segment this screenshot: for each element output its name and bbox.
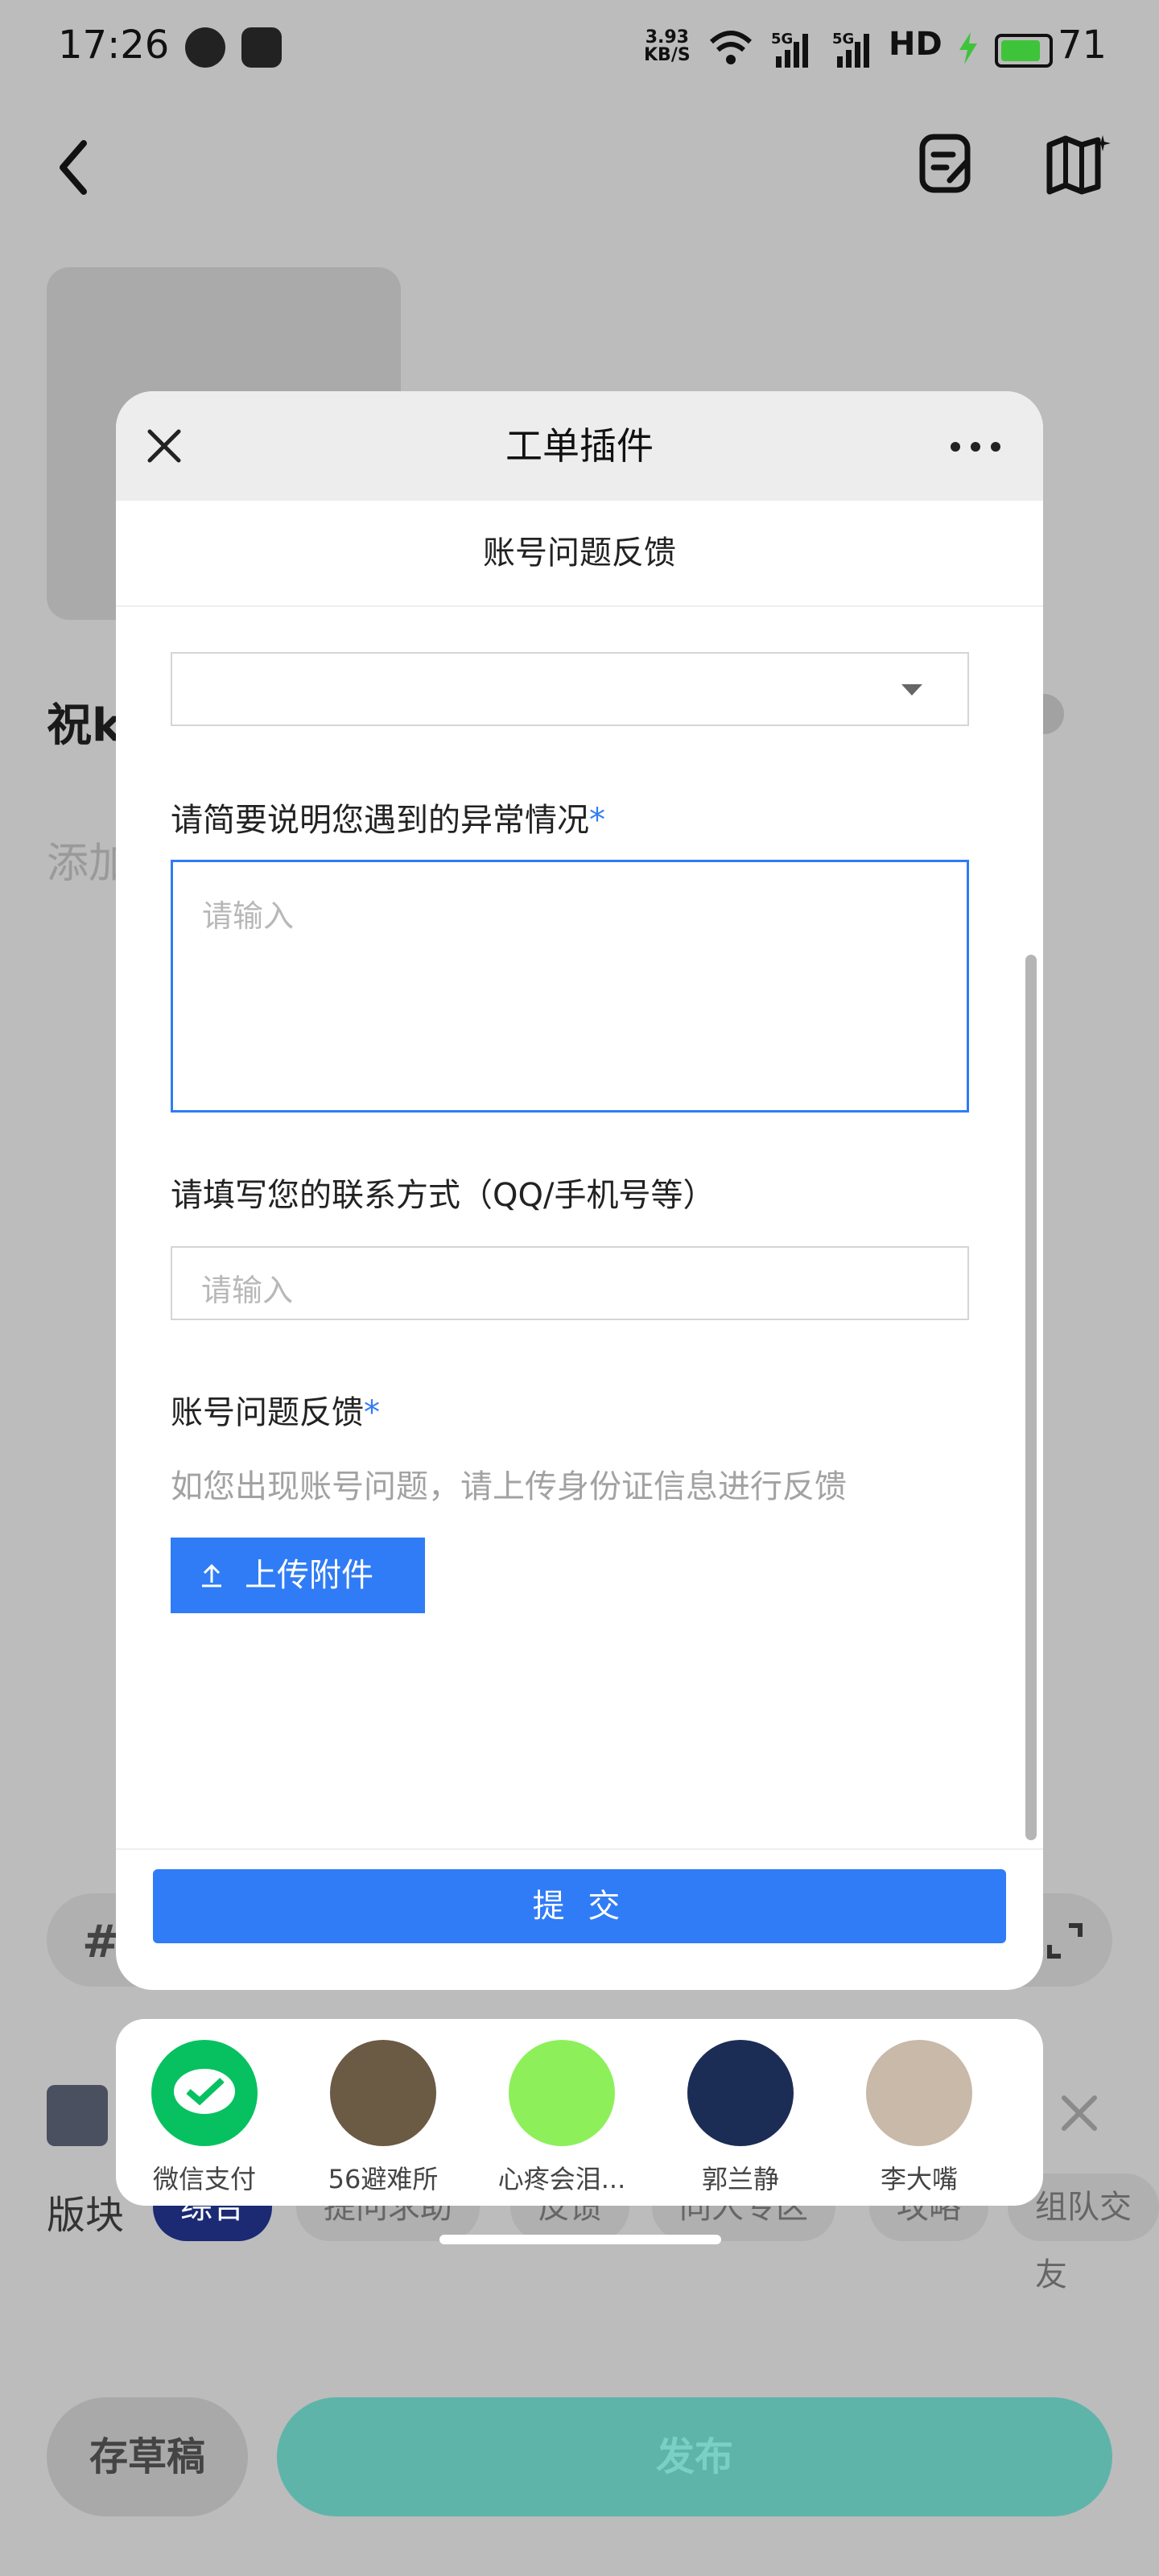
contact-label: 请填写您的联系方式（QQ/手机号等） (171, 1177, 716, 1214)
save-draft-button[interactable]: 存草稿 (47, 2397, 248, 2516)
hash-icon: # (82, 1916, 120, 1968)
share-target-row: 微信支付 56避难所 心疼会泪... 郭兰静 李大嘴 (116, 2019, 1043, 2206)
account-label-text: 账号问题反馈 (171, 1394, 364, 1431)
charging-icon (959, 32, 977, 64)
anomaly-placeholder: 请输入 (202, 898, 295, 934)
category-dropdown[interactable] (171, 652, 969, 726)
avatar (687, 2040, 794, 2146)
battery-level: 71 (1058, 23, 1107, 68)
game-avatar (47, 2085, 108, 2146)
upload-attachment-button[interactable]: 上传附件 (171, 1538, 425, 1613)
share-contact[interactable]: 郭兰静 (652, 2040, 829, 2196)
share-contact[interactable]: 李大嘴 (831, 2040, 1008, 2196)
chevron-down-icon (901, 684, 922, 696)
share-name: 微信支付 (152, 2164, 256, 2194)
share-wechat-pay[interactable]: 微信支付 (116, 2040, 293, 2196)
required-mark: * (364, 1394, 380, 1431)
publish-button[interactable]: 发布 (277, 2397, 1112, 2516)
signal-2-icon (837, 34, 869, 68)
submit-button[interactable]: 提 交 (153, 1869, 1006, 1943)
speed-value: 3.93 (645, 27, 689, 47)
avatar (330, 2040, 436, 2146)
network-speed: 3.93 KB/S (644, 29, 691, 64)
anomaly-label-text: 请简要说明您遇到的异常情况 (171, 802, 589, 839)
back-arrow-icon[interactable] (52, 135, 100, 200)
dialog-subtitle: 账号问题反馈 (116, 501, 1043, 607)
share-name: 郭兰静 (701, 2164, 779, 2194)
share-name: 56避难所 (328, 2164, 439, 2194)
anomaly-textarea[interactable]: 请输入 (171, 860, 969, 1113)
chat-notification-icon (185, 27, 225, 68)
dialog-title: 工单插件 (505, 424, 654, 468)
book-sparkle-icon[interactable] (1043, 132, 1111, 196)
share-contact[interactable]: 56避难所 (295, 2040, 472, 2196)
more-icon[interactable] (950, 441, 1001, 452)
upload-icon (202, 1563, 221, 1587)
share-name: 李大嘴 (880, 2164, 958, 2194)
close-share-icon[interactable] (1059, 2093, 1099, 2133)
edit-note-icon[interactable] (918, 132, 975, 196)
dialog-scrollbar[interactable] (1025, 955, 1037, 1840)
upload-label: 上传附件 (245, 1557, 373, 1594)
status-time: 17:26 (58, 23, 170, 68)
share-contact[interactable]: 心疼会泪... (473, 2040, 650, 2196)
expand-icon[interactable] (1045, 1921, 1085, 1961)
contact-placeholder: 请输入 (201, 1273, 294, 1308)
board-label: 版块 (47, 2193, 125, 2238)
status-bar: 17:26 3.93 KB/S 5G 5G HD 71 (0, 0, 1159, 97)
wechat-pay-icon (151, 2040, 258, 2146)
battery-icon (995, 34, 1053, 68)
signal-1-icon (776, 34, 808, 68)
close-icon[interactable] (143, 425, 185, 467)
footer-divider (116, 1848, 1043, 1850)
account-hint: 如您出现账号问题，请上传身份证信息进行反馈 (171, 1468, 847, 1505)
anomaly-label: 请简要说明您遇到的异常情况* (171, 794, 605, 840)
avatar (866, 2040, 972, 2146)
hd-indicator: HD (889, 26, 942, 63)
required-mark: * (589, 802, 605, 839)
home-indicator[interactable] (439, 2235, 721, 2244)
avatar (509, 2040, 615, 2146)
app-notification-icon (241, 27, 282, 68)
wifi-icon (709, 31, 753, 64)
ticket-plugin-dialog: 工单插件 账号问题反馈 请简要说明您遇到的异常情况* 请输入 请填写您的联系方式… (116, 391, 1043, 1990)
account-label: 账号问题反馈* (171, 1386, 380, 1433)
speed-unit: KB/S (644, 45, 691, 65)
contact-input[interactable]: 请输入 (171, 1246, 969, 1320)
share-name: 心疼会泪... (497, 2164, 626, 2194)
post-title-partial: 祝k (47, 700, 122, 752)
